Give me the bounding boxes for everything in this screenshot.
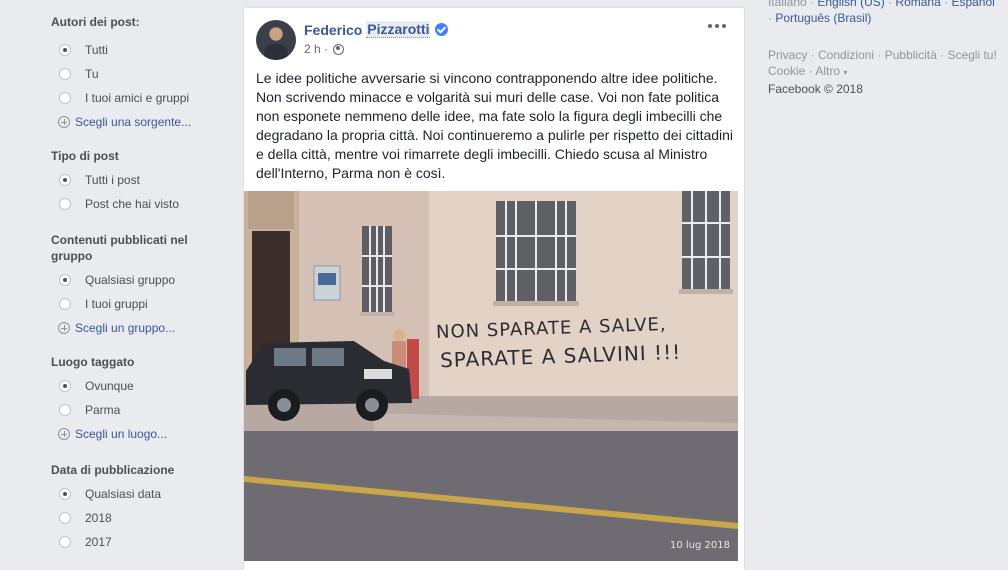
- avatar[interactable]: [256, 20, 296, 60]
- dot-icon: [708, 24, 712, 28]
- footer-links: Privacy · Condizioni · Pubblicità · Sceg…: [768, 48, 997, 78]
- filter-option-label: Tu: [85, 67, 99, 81]
- filter-option-label: Post che hai visto: [85, 197, 180, 211]
- post-header: Federico Pizzarotti 2 h ·: [256, 18, 732, 62]
- footer-link-privacy[interactable]: Privacy: [768, 48, 807, 62]
- post-time[interactable]: 2 h: [304, 42, 321, 56]
- radio-selected-icon[interactable]: [59, 174, 71, 186]
- language-link[interactable]: Română: [895, 0, 940, 9]
- filter-option[interactable]: Ovunque: [51, 374, 221, 398]
- radio-selected-icon[interactable]: [59, 488, 71, 500]
- filter-option-label: I tuoi amici e gruppi: [85, 91, 190, 105]
- choose-location-link[interactable]: Scegli un luogo...: [51, 422, 221, 446]
- plus-circle-icon: [58, 322, 70, 334]
- right-column: Italiano · English (US) · Română · Españ…: [768, 0, 1008, 97]
- filter-option-label: 2018: [85, 511, 112, 525]
- radio-selected-icon[interactable]: [59, 274, 71, 286]
- copyright: Facebook © 2018: [768, 82, 863, 96]
- verified-badge-icon: [435, 23, 449, 36]
- post-photo[interactable]: NON SPARATE A SALVE, SPARATE A SALVINI !…: [244, 191, 738, 561]
- post-card: Federico Pizzarotti 2 h · Le idee politi…: [243, 7, 745, 570]
- filter-option[interactable]: Post che hai visto: [51, 192, 221, 216]
- radio-icon[interactable]: [59, 198, 71, 210]
- filter-option-label: Ovunque: [85, 379, 134, 393]
- filter-option-label: I tuoi gruppi: [85, 297, 148, 311]
- post-meta: 2 h ·: [304, 42, 345, 56]
- filter-post-type: Tipo di post Tutti i post Post che hai v…: [51, 148, 221, 216]
- caret-down-icon[interactable]: ▾: [843, 68, 847, 77]
- filter-option-label: Tutti i post: [85, 173, 140, 187]
- author-last-name[interactable]: Pizzarotti: [366, 21, 431, 38]
- filter-date: Data di pubblicazione Qualsiasi data 201…: [51, 462, 221, 554]
- filter-date-title: Data di pubblicazione: [51, 463, 175, 477]
- dot-icon: [722, 24, 726, 28]
- choose-group-label[interactable]: Scegli un gruppo...: [75, 321, 175, 335]
- radio-selected-icon[interactable]: [59, 380, 71, 392]
- choose-source-link[interactable]: Scegli una sorgente...: [51, 110, 221, 134]
- post-options-button[interactable]: [704, 20, 730, 32]
- filter-tagged-location: Luogo taggato Ovunque Parma Scegli un lu…: [51, 354, 221, 446]
- post-text: Le idee politiche avversarie si vincono …: [256, 70, 734, 181]
- language-link[interactable]: English (US): [817, 0, 884, 9]
- choose-location-label[interactable]: Scegli un luogo...: [75, 427, 167, 441]
- filter-option[interactable]: Tutti i post: [51, 168, 221, 192]
- filter-option[interactable]: Tu: [51, 62, 221, 86]
- radio-icon[interactable]: [59, 92, 71, 104]
- footer-link-terms[interactable]: Condizioni: [818, 48, 874, 62]
- footer-link-cookies[interactable]: Cookie: [768, 64, 805, 78]
- filter-authors: Autori dei post: Tutti Tu I tuoi amici e…: [51, 14, 221, 134]
- search-filters: Autori dei post: Tutti Tu I tuoi amici e…: [51, 14, 221, 554]
- footer-link-ads[interactable]: Pubblicità: [885, 48, 937, 62]
- filter-option[interactable]: Parma: [51, 398, 221, 422]
- filter-option-label: Tutti: [85, 43, 108, 57]
- radio-icon[interactable]: [59, 536, 71, 548]
- filter-option[interactable]: I tuoi gruppi: [51, 292, 221, 316]
- filter-option-label: 2017: [85, 535, 112, 549]
- photo-date-stamp: 10 lug 2018: [670, 540, 730, 551]
- filter-option-label: Parma: [85, 403, 121, 417]
- choose-source-label[interactable]: Scegli una sorgente...: [75, 115, 191, 129]
- filter-group-content: Contenuti pubblicati nel gruppo Qualsias…: [51, 232, 221, 340]
- footer-link-more[interactable]: Altro: [815, 64, 840, 78]
- language-current: Italiano: [768, 0, 807, 9]
- footer-link-ad-choices[interactable]: Scegli tu!: [947, 48, 996, 62]
- filter-option[interactable]: I tuoi amici e gruppi: [51, 86, 221, 110]
- filter-option[interactable]: Qualsiasi gruppo: [51, 268, 221, 292]
- filter-option[interactable]: Qualsiasi data: [51, 482, 221, 506]
- filter-option[interactable]: 2018: [51, 506, 221, 530]
- radio-selected-icon[interactable]: [59, 44, 71, 56]
- language-list: Italiano · English (US) · Română · Españ…: [768, 0, 1008, 10]
- author-first-name[interactable]: Federico: [304, 22, 362, 38]
- post-author[interactable]: Federico Pizzarotti: [304, 21, 449, 38]
- radio-icon[interactable]: [59, 68, 71, 80]
- globe-icon[interactable]: [333, 43, 345, 55]
- radio-icon[interactable]: [59, 404, 71, 416]
- filter-post-type-title: Tipo di post: [51, 149, 119, 163]
- filter-option-label: Qualsiasi gruppo: [85, 273, 176, 287]
- filter-tagged-location-title: Luogo taggato: [51, 355, 135, 369]
- language-link[interactable]: Português (Brasil): [775, 11, 871, 25]
- meta-separator: ·: [324, 42, 329, 56]
- filter-option-label: Qualsiasi data: [85, 487, 162, 501]
- radio-icon[interactable]: [59, 298, 71, 310]
- plus-circle-icon: [58, 428, 70, 440]
- photo-scene: [244, 191, 738, 561]
- choose-group-link[interactable]: Scegli un gruppo...: [51, 316, 221, 340]
- plus-circle-icon: [58, 116, 70, 128]
- filter-group-content-title: Contenuti pubblicati nel gruppo: [51, 233, 188, 263]
- filter-option[interactable]: Tutti: [51, 38, 221, 62]
- language-link[interactable]: Español: [951, 0, 994, 9]
- radio-icon[interactable]: [59, 512, 71, 524]
- filter-option[interactable]: 2017: [51, 530, 221, 554]
- language-list-line-2: · Português (Brasil): [768, 11, 872, 25]
- filter-authors-title: Autori dei post:: [51, 15, 140, 29]
- dot-icon: [715, 24, 719, 28]
